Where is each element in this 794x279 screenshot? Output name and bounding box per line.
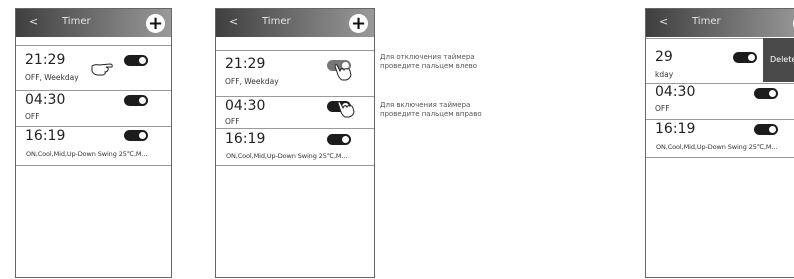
back-button[interactable]: < — [29, 15, 38, 28]
timer-screen-3: < Timer + 29 kday Delete 04:30 OFF 16:19… — [645, 8, 794, 278]
timer-detail: OFF — [225, 117, 240, 126]
timer-toggle[interactable] — [124, 130, 148, 141]
timer-time: 21:29 — [225, 56, 266, 72]
timer-toggle[interactable] — [124, 55, 148, 66]
page-title: Timer — [62, 16, 91, 27]
header-bar: < Timer + — [16, 9, 171, 37]
timer-row[interactable]: 04:30 OFF — [16, 90, 171, 127]
pointing-hand-icon — [337, 101, 355, 118]
timer-toggle[interactable] — [733, 52, 757, 63]
page-title: Timer — [262, 16, 291, 27]
instruction-line: проведите пальцем влево — [380, 62, 478, 70]
timer-detail: ON,Cool,Mid,Up-Down Swing 25℃,M... — [26, 150, 148, 158]
timer-row[interactable]: 21:29 OFF, Weekday — [216, 50, 374, 97]
timer-time: 16:19 — [225, 131, 266, 147]
timer-toggle[interactable] — [754, 88, 778, 99]
instruction-line: Для включения таймера — [380, 101, 471, 109]
timer-detail: ON,Cool,Mid,Up-Down Swing 25℃,M... — [226, 152, 348, 160]
timer-row[interactable]: 16:19 ON,Cool,Mid,Up-Down Swing 25℃,M... — [16, 127, 171, 166]
timer-time: 16:19 — [655, 121, 696, 137]
timer-screen-1: < Timer + 21:29 OFF, Weekday 04:30 OFF 1… — [15, 8, 172, 278]
timer-row[interactable]: 16:19 ON,Cool,Mid,Up-Down Swing 25℃,M... — [646, 120, 794, 158]
header-bar: < Timer + — [216, 9, 374, 37]
timer-row[interactable]: 16:19 ON,Cool,Mid,Up-Down Swing 25℃,M... — [216, 129, 374, 166]
add-timer-button[interactable]: + — [349, 14, 368, 33]
timer-detail: OFF, Weekday — [225, 77, 279, 86]
timer-time: 29 — [655, 49, 673, 65]
timer-time: 21:29 — [25, 52, 66, 68]
timer-detail: OFF — [655, 104, 670, 113]
swipe-right-instruction: Для включения таймера проведите пальцем … — [380, 101, 482, 119]
timer-row[interactable]: 04:30 OFF — [646, 83, 794, 120]
add-timer-button[interactable]: + — [146, 14, 165, 33]
timer-time: 04:30 — [225, 98, 266, 114]
instruction-line: проведите пальцем вправо — [380, 110, 482, 118]
timer-detail: OFF, Weekday — [25, 73, 79, 82]
timer-time: 04:30 — [25, 92, 66, 108]
timer-detail: ON,Cool,Mid,Up-Down Swing 25℃,M... — [656, 143, 778, 151]
timer-time: 16:19 — [25, 128, 66, 144]
back-button[interactable]: < — [229, 15, 238, 28]
timer-row[interactable]: 04:30 OFF — [216, 96, 374, 129]
page-title: Timer — [692, 16, 721, 27]
back-button[interactable]: < — [659, 15, 668, 28]
timer-time: 04:30 — [655, 84, 696, 100]
timer-detail: kday — [655, 70, 674, 79]
pointing-hand-icon — [334, 64, 352, 81]
pointing-hand-icon — [91, 63, 113, 76]
instruction-line: Для отключения таймера — [380, 53, 475, 61]
timer-toggle[interactable] — [124, 95, 148, 106]
swipe-left-instruction: Для отключения таймера проведите пальцем… — [380, 53, 477, 71]
timer-toggle[interactable] — [754, 124, 778, 135]
delete-button[interactable]: Delete — [763, 38, 794, 82]
timer-toggle[interactable] — [327, 134, 351, 145]
timer-screen-2: < Timer + 21:29 OFF, Weekday 04:30 OFF 1… — [215, 8, 375, 278]
timer-row[interactable]: 21:29 OFF, Weekday — [16, 45, 171, 91]
timer-detail: OFF — [25, 112, 40, 121]
header-bar: < Timer + — [646, 9, 794, 37]
